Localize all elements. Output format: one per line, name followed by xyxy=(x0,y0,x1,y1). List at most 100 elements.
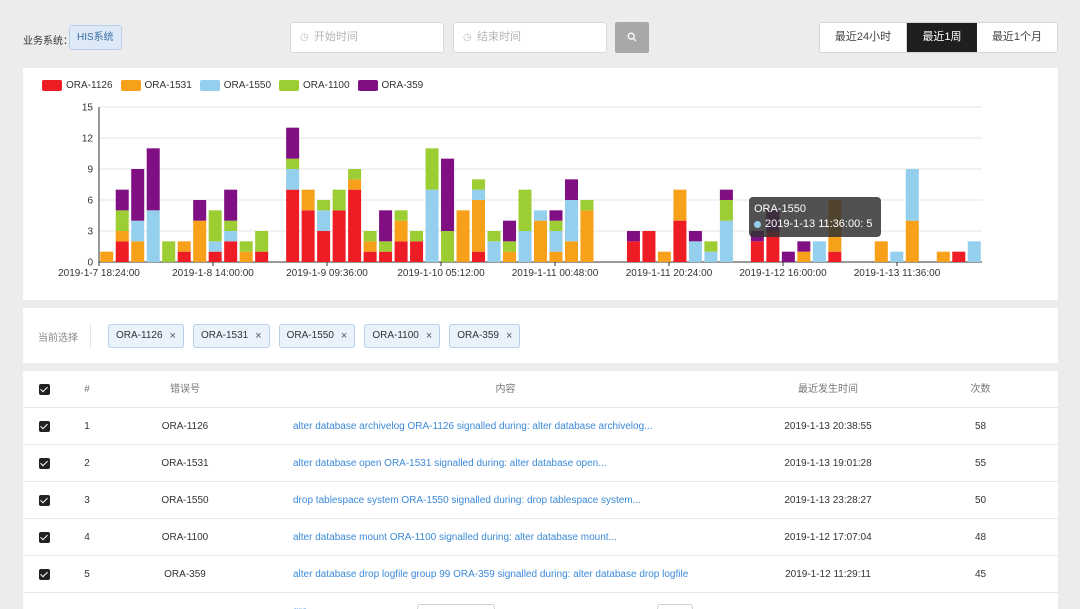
header-index: # xyxy=(84,384,90,395)
row-code: ORA-1100 xyxy=(161,532,209,543)
bar-segment xyxy=(255,251,269,262)
bar-segment xyxy=(518,231,532,262)
bar-segment xyxy=(193,200,207,221)
bar-segment xyxy=(472,251,486,262)
close-icon[interactable]: × xyxy=(170,325,176,347)
bar-segment xyxy=(363,231,377,242)
bar-segment xyxy=(162,241,176,262)
bar-segment xyxy=(503,251,517,262)
close-icon[interactable]: × xyxy=(255,325,261,347)
range-1week-button[interactable]: 最近1周 xyxy=(907,23,977,52)
bar-segment xyxy=(131,241,145,262)
bar-segment xyxy=(719,220,733,262)
close-icon[interactable]: × xyxy=(506,325,512,347)
bar-segment xyxy=(425,148,439,190)
bar-segment xyxy=(812,241,826,262)
y-tick-label: 3 xyxy=(87,227,93,238)
chip[interactable]: ORA-1531 × xyxy=(192,324,270,348)
page-size-select[interactable] xyxy=(417,604,495,609)
chip-label: ORA-359 xyxy=(457,330,499,341)
bar-segment xyxy=(348,179,362,190)
bar-segment xyxy=(487,241,501,262)
system-select[interactable]: HIS系统 xyxy=(69,25,122,50)
row-index: 1 xyxy=(84,421,90,432)
bar-segment xyxy=(146,210,160,262)
search-button[interactable] xyxy=(615,22,649,53)
bar-segment xyxy=(224,241,238,262)
header-content: 内容 xyxy=(495,384,516,395)
bar-segment xyxy=(379,241,393,252)
bar-segment xyxy=(332,189,346,211)
bar-segment xyxy=(456,210,470,262)
start-time-placeholder: 开始时间 xyxy=(314,31,358,43)
page-jump-input[interactable] xyxy=(657,604,693,609)
bar-segment xyxy=(533,210,548,221)
row-checkbox[interactable] xyxy=(39,532,50,543)
row-content-link[interactable]: alter database mount ORA-1100 signalled … xyxy=(293,519,713,556)
chip[interactable]: ORA-1550 × xyxy=(278,324,356,348)
tooltip-value: 2019-1-13 11:36:00: 5 xyxy=(765,218,873,230)
clock-icon: ◷ xyxy=(300,32,309,43)
bar-segment xyxy=(115,210,129,231)
bar-segment xyxy=(348,169,362,180)
row-checkbox[interactable] xyxy=(39,569,50,580)
chip[interactable]: ORA-1126 × xyxy=(108,324,184,348)
row-count: 58 xyxy=(974,421,987,432)
bar-segment xyxy=(317,210,331,231)
close-icon[interactable]: × xyxy=(426,325,432,347)
row-content-link[interactable]: drop tablespace system ORA-1550 signalle… xyxy=(293,482,713,519)
bar-segment xyxy=(286,127,300,159)
system-label: 业务系统： xyxy=(23,36,73,47)
bar-segment xyxy=(317,231,331,262)
row-code: ORA-1531 xyxy=(161,458,209,469)
bar-segment xyxy=(936,251,950,262)
row-content-link[interactable]: alter database drop logfile group 99 ORA… xyxy=(293,556,713,609)
bar-segment xyxy=(115,189,129,211)
stacked-bar-chart[interactable]: 0 3 6 9 12 15 2019-1-7 18:24:00 2019-1-8 14:00:… xyxy=(23,68,1058,300)
row-checkbox[interactable] xyxy=(39,458,50,469)
tooltip-dot-icon xyxy=(754,221,761,228)
header-count[interactable]: 次数 xyxy=(943,371,1018,408)
row-index: 3 xyxy=(84,495,90,506)
bar-segment xyxy=(472,189,486,200)
bar-segment xyxy=(549,210,563,221)
chip[interactable]: ORA-359 × xyxy=(449,324,521,348)
start-time-input[interactable]: ◷ 开始时间 xyxy=(290,22,444,53)
close-icon[interactable]: × xyxy=(341,325,347,347)
row-code: ORA-1126 xyxy=(161,421,209,432)
bar-segment xyxy=(905,169,919,221)
row-content-link[interactable]: alter database open ORA-1531 signalled d… xyxy=(293,445,713,482)
bar-segment xyxy=(580,200,594,211)
x-tick-label: 2019-1-11 00:48:00 xyxy=(512,268,599,279)
range-1month-button[interactable]: 最近1个月 xyxy=(977,23,1057,52)
row-index: 4 xyxy=(84,532,90,543)
bar-segment xyxy=(890,251,904,262)
bar-segment xyxy=(131,220,145,242)
row-checkbox[interactable] xyxy=(39,495,50,506)
bar-segment xyxy=(363,251,377,262)
bar-segment xyxy=(781,251,795,262)
row-content-link[interactable]: alter database archivelog ORA-1126 signa… xyxy=(293,408,713,445)
bar-segment xyxy=(549,231,563,252)
row-checkbox[interactable] xyxy=(39,421,50,432)
header-time[interactable]: 最近发生时间 xyxy=(768,371,888,408)
bar-segment xyxy=(239,251,253,262)
range-24h-button[interactable]: 最近24小时 xyxy=(820,23,907,52)
bar-segment xyxy=(208,210,222,242)
bar-segment xyxy=(208,241,222,252)
bar-segment xyxy=(115,231,129,242)
bar-segment xyxy=(797,251,811,262)
end-time-input[interactable]: ◷ 结束时间 xyxy=(453,22,607,53)
chip[interactable]: ORA-1100 × xyxy=(364,324,441,348)
x-tick-label: 2019-1-10 05:12:00 xyxy=(397,268,485,279)
select-all-checkbox[interactable] xyxy=(39,384,50,395)
bar-segment xyxy=(828,251,842,262)
search-icon xyxy=(627,32,637,42)
row-time: 2019-1-12 11:29:11 xyxy=(785,569,871,580)
chip-label: ORA-1550 xyxy=(286,330,334,341)
bar-segment xyxy=(208,251,222,262)
bar-segment xyxy=(255,231,269,252)
bar-segment xyxy=(688,241,702,262)
bar-segment xyxy=(487,231,501,242)
bar-segment xyxy=(704,251,718,262)
